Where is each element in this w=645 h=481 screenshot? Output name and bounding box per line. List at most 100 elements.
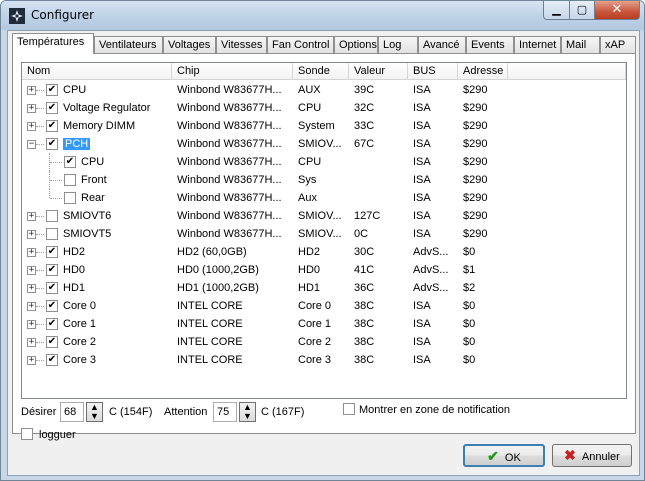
ok-button[interactable]: ✔ OK	[463, 444, 545, 467]
attention-spin-button[interactable]: ▲ ▼	[239, 402, 256, 422]
cell-bus-text: ISA	[413, 210, 431, 222]
expand-icon[interactable]: +	[27, 338, 36, 347]
cell-bus-text: ISA	[413, 336, 431, 348]
tab-events[interactable]: Events	[466, 36, 514, 53]
table-row[interactable]: + SMIOVT5 Winbond W83677H... SMIOV... 0C ISA $…	[22, 225, 626, 243]
sensor-checkbox[interactable]	[46, 228, 58, 240]
tab-fan-control[interactable]: Fan Control	[267, 36, 334, 53]
cell-sonde-text: HD2	[298, 246, 321, 258]
cell-sonde: Aux	[298, 189, 348, 207]
cell-valeur-text: 38C	[354, 336, 375, 348]
expand-icon[interactable]: +	[27, 266, 36, 275]
table-row[interactable]: + ✔ Memory DIMM Winbond W83677H... System 33C…	[22, 117, 626, 135]
expand-icon[interactable]: +	[27, 122, 36, 131]
sensor-checkbox[interactable]	[64, 174, 76, 186]
cell-bus-text: ISA	[413, 174, 431, 186]
cell-chip: HD1 (1000,2GB)	[177, 279, 292, 297]
cell-nom: HD2	[63, 243, 171, 261]
collapse-icon[interactable]: −	[27, 140, 36, 149]
sensor-checkbox[interactable]	[64, 192, 76, 204]
column-header-nom[interactable]: Nom	[22, 63, 172, 80]
sensor-checkbox[interactable]	[46, 210, 58, 222]
checkmark-icon: ✔	[47, 138, 57, 149]
tab-temperatures[interactable]: Températures	[12, 33, 94, 54]
expand-icon[interactable]: +	[27, 86, 36, 95]
table-row[interactable]: + ✔ Core 0 INTEL CORE Core 0 38C ISA $0	[22, 297, 626, 315]
sensor-checkbox[interactable]: ✔	[46, 318, 58, 330]
tab-internet[interactable]: Internet	[514, 36, 561, 53]
table-row[interactable]: ✔ CPU Winbond W83677H... CPU ISA $290	[22, 153, 626, 171]
table-row[interactable]: + ✔ HD0 HD0 (1000,2GB) HD0 41C AdvS... $1	[22, 261, 626, 279]
desirer-spin-button[interactable]: ▲ ▼	[86, 402, 103, 422]
expand-icon[interactable]: +	[27, 248, 36, 257]
sensor-table[interactable]: Nom Chip Sonde Valeur BUS Adresse + ✔ CPU Winbon…	[21, 62, 627, 399]
column-header-sonde[interactable]: Sonde	[293, 63, 349, 80]
expand-icon[interactable]: +	[27, 356, 36, 365]
table-row[interactable]: + ✔ Core 2 INTEL CORE Core 2 38C ISA $0	[22, 333, 626, 351]
column-header-bus[interactable]: BUS	[408, 63, 458, 80]
notification-checkbox[interactable]	[343, 403, 355, 415]
table-row[interactable]: + ✔ Core 3 INTEL CORE Core 3 38C ISA $0	[22, 351, 626, 369]
tab-mail[interactable]: Mail	[561, 36, 600, 53]
sensor-checkbox[interactable]: ✔	[46, 354, 58, 366]
sensor-checkbox[interactable]: ✔	[46, 138, 58, 150]
tab-options[interactable]: Options	[334, 36, 378, 53]
expand-icon[interactable]: +	[27, 212, 36, 221]
cell-sonde-text: HD1	[298, 282, 321, 294]
column-header-valeur[interactable]: Valeur	[349, 63, 408, 80]
table-row[interactable]: + ✔ Core 1 INTEL CORE Core 1 38C ISA $0	[22, 315, 626, 333]
table-row[interactable]: + ✔ HD1 HD1 (1000,2GB) HD1 36C AdvS... $2	[22, 279, 626, 297]
maximize-button[interactable]: ▢	[569, 1, 595, 20]
cell-sonde-text: Aux	[298, 192, 317, 204]
cell-sonde-text: CPU	[298, 156, 322, 168]
table-row[interactable]: − ✔ PCH Winbond W83677H... SMIOV... 67C ISA $29…	[22, 135, 626, 153]
tab-xap[interactable]: xAP	[600, 36, 636, 53]
table-row[interactable]: + SMIOVT6 Winbond W83677H... SMIOV... 127C IS…	[22, 207, 626, 225]
tab-voltages[interactable]: Voltages	[163, 36, 216, 53]
expand-icon[interactable]: +	[27, 104, 36, 113]
sensor-checkbox[interactable]: ✔	[46, 84, 58, 96]
close-button[interactable]: ✕	[594, 1, 640, 20]
attention-input[interactable]: 75	[213, 402, 237, 422]
tab-ventilateurs[interactable]: Ventilateurs	[94, 36, 163, 53]
table-row[interactable]: + ✔ CPU Winbond W83677H... AUX 39C ISA $290	[22, 81, 626, 99]
column-header-adresse[interactable]: Adresse	[458, 63, 508, 80]
sensor-checkbox[interactable]: ✔	[46, 246, 58, 258]
cell-valeur-text: 0C	[354, 228, 369, 240]
cell-sonde: SMIOV...	[298, 225, 348, 243]
cell-adresse-text: $0	[463, 318, 476, 330]
sensor-checkbox[interactable]: ✔	[46, 264, 58, 276]
cell-adresse: $2	[463, 279, 507, 297]
column-header-chip[interactable]: Chip	[172, 63, 293, 80]
desirer-input[interactable]: 68	[60, 402, 84, 422]
sensor-checkbox[interactable]: ✔	[46, 336, 58, 348]
cell-sonde: AUX	[298, 81, 348, 99]
sensor-checkbox[interactable]: ✔	[64, 156, 76, 168]
tab-avance[interactable]: Avancé	[418, 36, 466, 53]
sensor-checkbox[interactable]: ✔	[46, 282, 58, 294]
expand-icon[interactable]: +	[27, 284, 36, 293]
minimize-button[interactable]: ▁	[543, 1, 570, 20]
table-row[interactable]: Front Winbond W83677H... Sys ISA $290	[22, 171, 626, 189]
cell-sonde-text: SMIOV...	[298, 228, 342, 240]
cell-adresse: $290	[463, 153, 507, 171]
table-row[interactable]: + ✔ Voltage Regulator Winbond W83677H... CPU…	[22, 99, 626, 117]
cell-chip: Winbond W83677H...	[177, 171, 292, 189]
tree-connector	[50, 198, 62, 199]
expand-icon[interactable]: +	[27, 302, 36, 311]
cancel-button[interactable]: ✖ Annuler	[552, 444, 632, 467]
title-bar[interactable]: Configurer ▁ ▢ ✕	[1, 1, 644, 30]
expand-icon[interactable]: +	[27, 320, 36, 329]
cell-sonde-text: AUX	[298, 84, 321, 96]
cell-adresse-text: $290	[463, 228, 488, 240]
table-row[interactable]: Rear Winbond W83677H... Aux ISA $290	[22, 189, 626, 207]
sensor-checkbox[interactable]: ✔	[46, 300, 58, 312]
tab-log[interactable]: Log	[378, 36, 418, 53]
table-row[interactable]: + ✔ HD2 HD2 (60,0GB) HD2 30C AdvS... $0	[22, 243, 626, 261]
tab-vitesses[interactable]: Vitesses	[216, 36, 267, 53]
expand-icon[interactable]: +	[27, 230, 36, 239]
logguer-checkbox[interactable]	[21, 428, 33, 440]
cell-sonde-text: Sys	[298, 174, 317, 186]
sensor-checkbox[interactable]: ✔	[46, 120, 58, 132]
sensor-checkbox[interactable]: ✔	[46, 102, 58, 114]
